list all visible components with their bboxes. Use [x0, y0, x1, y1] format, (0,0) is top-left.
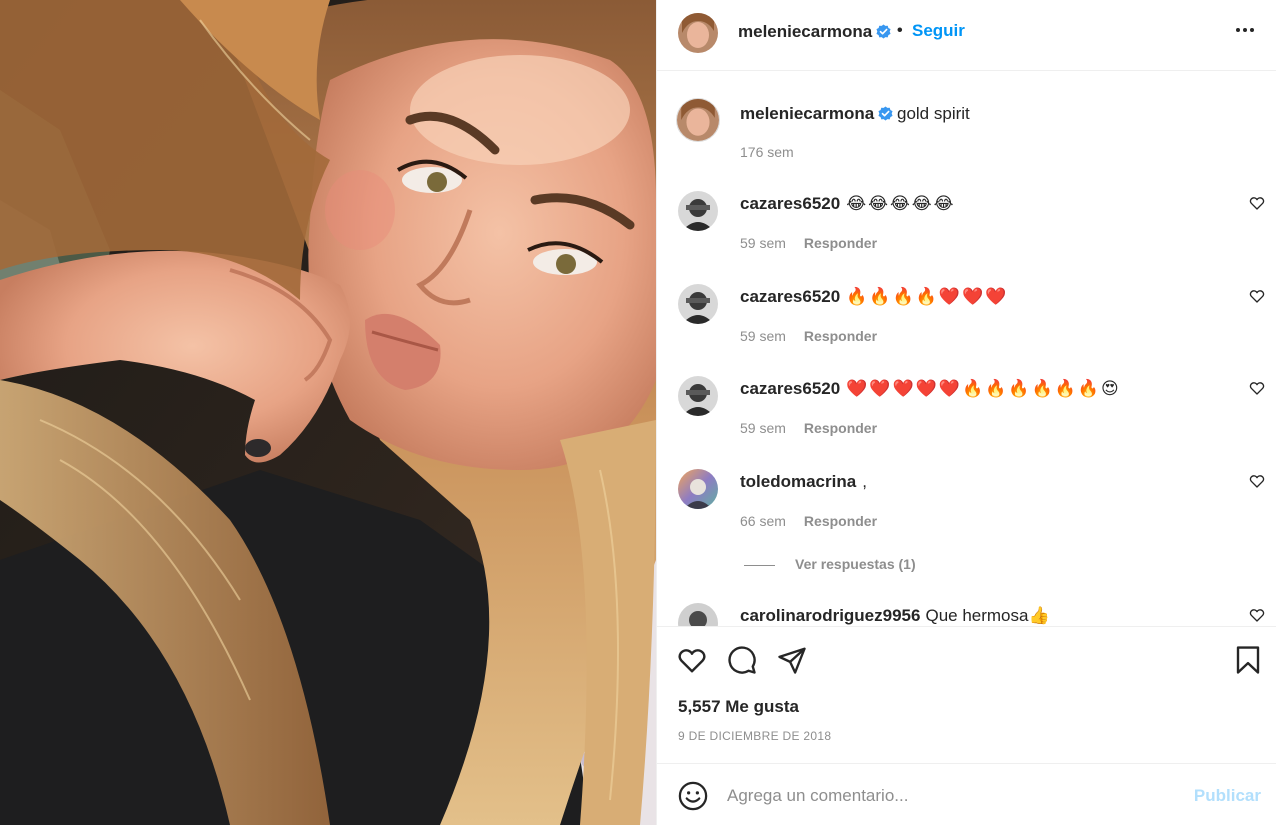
post-date[interactable]: 9 DE DICIEMBRE DE 2018: [678, 729, 831, 743]
follow-button[interactable]: Seguir: [912, 21, 965, 41]
header-separator: •: [897, 22, 903, 39]
reply-button[interactable]: Responder: [804, 513, 877, 529]
heart-icon[interactable]: [677, 645, 707, 675]
comment-meta: 59 sem Responder: [740, 328, 877, 344]
heart-icon[interactable]: [1249, 380, 1265, 396]
reply-button[interactable]: Responder: [804, 328, 877, 344]
comment-text: 😂😂😂😂😂: [846, 194, 956, 213]
comment-text: ,: [862, 472, 869, 491]
commenter-username[interactable]: toledomacrina,: [740, 472, 869, 492]
comment-icon[interactable]: [727, 645, 757, 675]
comment-timestamp[interactable]: 59 sem: [740, 328, 786, 344]
comment-timestamp[interactable]: 66 sem: [740, 513, 786, 529]
verified-badge-icon: [876, 24, 891, 39]
commenter-avatar[interactable]: [678, 469, 718, 509]
heart-icon[interactable]: [1249, 288, 1265, 304]
author-avatar[interactable]: [676, 98, 720, 142]
more-options-icon[interactable]: [1233, 18, 1257, 42]
comment-meta: 59 sem Responder: [740, 420, 877, 436]
comment-timestamp[interactable]: 59 sem: [740, 420, 786, 436]
commenter-avatar[interactable]: [678, 376, 718, 416]
replies-divider: [744, 564, 775, 566]
comment-meta: 59 sem Responder: [740, 235, 877, 251]
reply-button[interactable]: Responder: [804, 235, 877, 251]
comments-list[interactable]: meleniecarmona gold spirit 176 sem cazar…: [657, 72, 1276, 626]
caption-username[interactable]: meleniecarmona: [740, 104, 893, 124]
comment-timestamp[interactable]: 59 sem: [740, 235, 786, 251]
commenter-username[interactable]: cazares6520 ❤️❤️❤️❤️❤️🔥🔥🔥🔥🔥🔥😍: [740, 379, 1121, 399]
commenter-username[interactable]: carolinarodriguez9956 Que hermosa👍: [740, 606, 1050, 626]
commenter-avatar[interactable]: [678, 284, 718, 324]
comment-item: carolinarodriguez9956 Que hermosa👍: [657, 603, 1276, 626]
verified-badge-icon: [878, 106, 893, 121]
commenter-username[interactable]: cazares6520 😂😂😂😂😂: [740, 194, 956, 214]
comment-composer: Publicar: [657, 765, 1276, 825]
comment-item: cazares6520 🔥🔥🔥🔥❤️❤️❤️ 59 sem Responder: [657, 284, 1276, 376]
post-photo[interactable]: [0, 0, 656, 825]
post-header: meleniecarmona • Seguir: [657, 0, 1276, 71]
heart-icon[interactable]: [1249, 195, 1265, 211]
view-replies-button[interactable]: Ver respuestas (1): [744, 556, 916, 572]
commenter-username[interactable]: cazares6520 🔥🔥🔥🔥❤️❤️❤️: [740, 287, 1008, 307]
smiley-icon[interactable]: [678, 781, 708, 811]
caption-text: gold spirit: [897, 104, 970, 123]
comment-text: ❤️❤️❤️❤️❤️🔥🔥🔥🔥🔥🔥😍: [846, 379, 1121, 398]
commenter-avatar[interactable]: [678, 191, 718, 231]
comment-text: Que hermosa👍: [925, 606, 1050, 625]
comment-input[interactable]: [727, 779, 1177, 813]
post-comment-button[interactable]: Publicar: [1194, 786, 1261, 806]
commenter-avatar[interactable]: [678, 603, 718, 626]
heart-icon[interactable]: [1249, 607, 1265, 623]
author-username[interactable]: meleniecarmona: [738, 22, 891, 42]
comment-text: 🔥🔥🔥🔥❤️❤️❤️: [846, 287, 1009, 306]
comment-item: cazares6520 😂😂😂😂😂 59 sem Responder: [657, 191, 1276, 283]
heart-icon[interactable]: [1249, 473, 1265, 489]
bookmark-icon[interactable]: [1233, 645, 1263, 675]
comment-item: toledomacrina, 66 sem Responder: [657, 469, 1276, 561]
post-actions: 5,557 Me gusta 9 DE DICIEMBRE DE 2018: [657, 626, 1276, 764]
comment-meta: 66 sem Responder: [740, 513, 877, 529]
likes-count[interactable]: 5,557 Me gusta: [678, 697, 799, 717]
paper-plane-icon[interactable]: [777, 645, 807, 675]
caption-timestamp[interactable]: 176 sem: [740, 144, 794, 160]
author-avatar[interactable]: [678, 13, 718, 53]
post-details-panel: meleniecarmona • Seguir meleniecarmona g…: [656, 0, 1276, 825]
reply-button[interactable]: Responder: [804, 420, 877, 436]
comment-item: cazares6520 ❤️❤️❤️❤️❤️🔥🔥🔥🔥🔥🔥😍 59 sem Respo…: [657, 376, 1276, 468]
